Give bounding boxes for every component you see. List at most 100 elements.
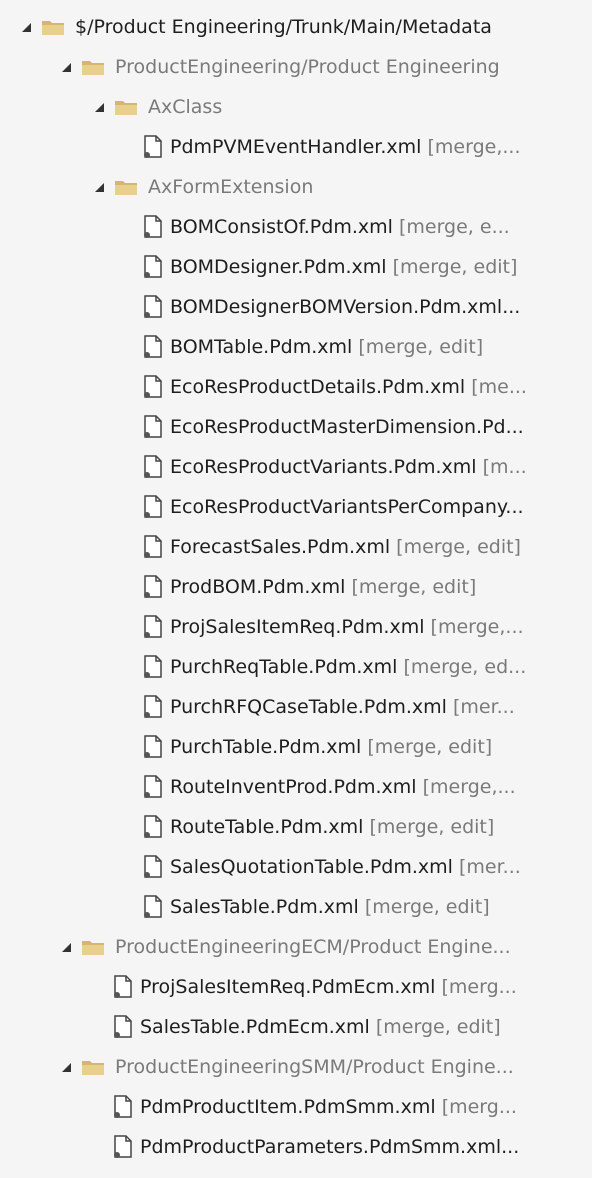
pending-merge-file-icon <box>114 975 132 998</box>
tree-node-label: AxFormExtension <box>148 176 314 198</box>
expand-arrow-icon[interactable] <box>62 62 71 72</box>
tree-node-file[interactable]: EcoResProductDetails.Pdm.xml [me... <box>0 367 592 407</box>
file-name: SalesTable.Pdm.xml <box>170 896 359 918</box>
file-name: SalesQuotationTable.Pdm.xml <box>170 856 453 878</box>
pending-merge-file-icon <box>144 375 162 398</box>
file-name: PdmProductItem.PdmSmm.xml <box>140 1096 436 1118</box>
file-name: BOMConsistOf.Pdm.xml <box>170 216 393 238</box>
change-status: [merge, edit] <box>358 336 484 358</box>
tree-node-file[interactable]: SalesTable.Pdm.xml [merge, edit] <box>0 887 592 927</box>
tree-node-folder[interactable]: ProductEngineering/Product Engineering <box>0 47 592 87</box>
tree-node-file[interactable]: BOMConsistOf.Pdm.xml [merge, e... <box>0 207 592 247</box>
pending-merge-file-icon <box>144 815 162 838</box>
tree-node-file[interactable]: ProjSalesItemReq.PdmEcm.xml [merg... <box>0 967 592 1007</box>
file-name: EcoResProductVariants.Pdm.xml <box>170 456 477 478</box>
file-name: BOMTable.Pdm.xml <box>170 336 353 358</box>
tree-node-file[interactable]: SalesTable.PdmEcm.xml [merge, edit] <box>0 1007 592 1047</box>
change-status: [merge, edit] <box>351 576 477 598</box>
tree-node-file[interactable]: ProjSalesItemReq.Pdm.xml [merge,... <box>0 607 592 647</box>
change-status: [merge, e... <box>398 216 510 238</box>
tree-node-file[interactable]: BOMTable.Pdm.xml [merge, edit] <box>0 327 592 367</box>
folder-icon <box>82 1061 104 1075</box>
folder-icon <box>82 61 104 75</box>
file-name: BOMDesignerBOMVersion.Pdm.xml... <box>170 296 521 318</box>
file-name: PurchTable.Pdm.xml <box>170 736 362 758</box>
file-name: RouteTable.Pdm.xml <box>170 816 364 838</box>
pending-merge-file-icon <box>144 455 162 478</box>
expand-arrow-icon[interactable] <box>22 22 31 32</box>
tree-node-folder[interactable]: ProductEngineeringECM/Product Engine... <box>0 927 592 967</box>
tree-node-file[interactable]: EcoResProductVariantsPerCompany... <box>0 487 592 527</box>
tree-node-file[interactable]: EcoResProductMasterDimension.Pd... <box>0 407 592 447</box>
change-status: [merge, edit] <box>392 256 518 278</box>
pending-merge-file-icon <box>144 695 162 718</box>
pending-merge-file-icon <box>144 655 162 678</box>
tree-node-label: ProductEngineering/Product Engineering <box>115 56 500 78</box>
pending-merge-file-icon <box>144 775 162 798</box>
tree-node-file[interactable]: ProdBOM.Pdm.xml [merge, edit] <box>0 567 592 607</box>
pending-merge-file-icon <box>144 855 162 878</box>
change-status: [merg... <box>441 1096 517 1118</box>
file-name: EcoResProductDetails.Pdm.xml <box>170 376 466 398</box>
expand-arrow-icon[interactable] <box>62 1062 71 1072</box>
change-status: [merge,... <box>427 136 521 158</box>
tree-node-file[interactable]: ForecastSales.Pdm.xml [merge, edit] <box>0 527 592 567</box>
tree-node-file[interactable]: PdmProductItem.PdmSmm.xml [merg... <box>0 1087 592 1127</box>
file-name: EcoResProductMasterDimension.Pd... <box>170 416 524 438</box>
tree-node-folder[interactable]: AxFormExtension <box>0 167 592 207</box>
pending-changes-tree: $/Product Engineering/Trunk/Main/Metadat… <box>0 0 592 1178</box>
expand-arrow-icon[interactable] <box>95 182 104 192</box>
tree-node-label: ProductEngineeringECM/Product Engine... <box>115 936 511 958</box>
change-status: [mer... <box>452 696 515 718</box>
expand-arrow-icon[interactable] <box>62 942 71 952</box>
pending-merge-file-icon <box>144 535 162 558</box>
pending-merge-file-icon <box>114 1095 132 1118</box>
file-name: EcoResProductVariantsPerCompany... <box>170 496 524 518</box>
file-name: PurchRFQCaseTable.Pdm.xml <box>170 696 447 718</box>
pending-merge-file-icon <box>144 575 162 598</box>
change-status: [merge, edit] <box>375 1016 501 1038</box>
change-status: [merg... <box>441 976 517 998</box>
tree-node-file[interactable]: BOMDesignerBOMVersion.Pdm.xml... <box>0 287 592 327</box>
change-status: [mer... <box>459 856 521 878</box>
expand-arrow-icon[interactable] <box>95 102 104 112</box>
tree-node-label: ProductEngineeringSMM/Product Engine... <box>115 1056 514 1078</box>
pending-merge-file-icon <box>144 895 162 918</box>
tree-node-file[interactable]: RouteTable.Pdm.xml [merge, edit] <box>0 807 592 847</box>
tree-node-file[interactable]: SalesQuotationTable.Pdm.xml [mer... <box>0 847 592 887</box>
tree-node-file[interactable]: RouteInventProd.Pdm.xml [merge,... <box>0 767 592 807</box>
change-status: [m... <box>482 456 527 478</box>
tree-node-file[interactable]: PdmProductParameters.PdmSmm.xml... <box>0 1127 592 1167</box>
pending-merge-file-icon <box>144 215 162 238</box>
pending-merge-file-icon <box>144 255 162 278</box>
folder-icon <box>42 21 64 35</box>
file-name: PurchReqTable.Pdm.xml <box>170 656 398 678</box>
tree-node-folder[interactable]: ProductEngineeringSMM/Product Engine... <box>0 1047 592 1087</box>
file-name: RouteInventProd.Pdm.xml <box>170 776 417 798</box>
folder-icon <box>115 101 137 115</box>
pending-merge-file-icon <box>144 735 162 758</box>
tree-node-file[interactable]: BOMDesigner.Pdm.xml [merge, edit] <box>0 247 592 287</box>
pending-merge-file-icon <box>144 615 162 638</box>
tree-node-file[interactable]: PurchRFQCaseTable.Pdm.xml [mer... <box>0 687 592 727</box>
tree-node-file[interactable]: EcoResProductVariants.Pdm.xml [m... <box>0 447 592 487</box>
pending-merge-file-icon <box>144 295 162 318</box>
change-status: [merge, edit] <box>364 896 490 918</box>
file-name: PdmPVMEventHandler.xml <box>170 136 422 158</box>
tree-node-file[interactable]: PdmPVMEventHandler.xml [merge,... <box>0 127 592 167</box>
tree-node-root[interactable]: $/Product Engineering/Trunk/Main/Metadat… <box>0 7 592 47</box>
file-name: ForecastSales.Pdm.xml <box>170 536 391 558</box>
folder-icon <box>115 181 137 195</box>
pending-merge-file-icon <box>114 1135 132 1158</box>
change-status: [merge,... <box>422 776 516 798</box>
tree-node-file[interactable]: PurchReqTable.Pdm.xml [merge, ed... <box>0 647 592 687</box>
file-name: ProdBOM.Pdm.xml <box>170 576 346 598</box>
change-status: [merge, edit] <box>367 736 493 758</box>
change-status: [merge,... <box>430 616 524 638</box>
pending-merge-file-icon <box>114 1015 132 1038</box>
tree-node-folder[interactable]: AxClass <box>0 87 592 127</box>
folder-icon <box>82 941 104 955</box>
tree-node-file[interactable]: PurchTable.Pdm.xml [merge, edit] <box>0 727 592 767</box>
change-status: [merge, edit] <box>369 816 495 838</box>
file-name: ProjSalesItemReq.PdmEcm.xml <box>140 976 436 998</box>
